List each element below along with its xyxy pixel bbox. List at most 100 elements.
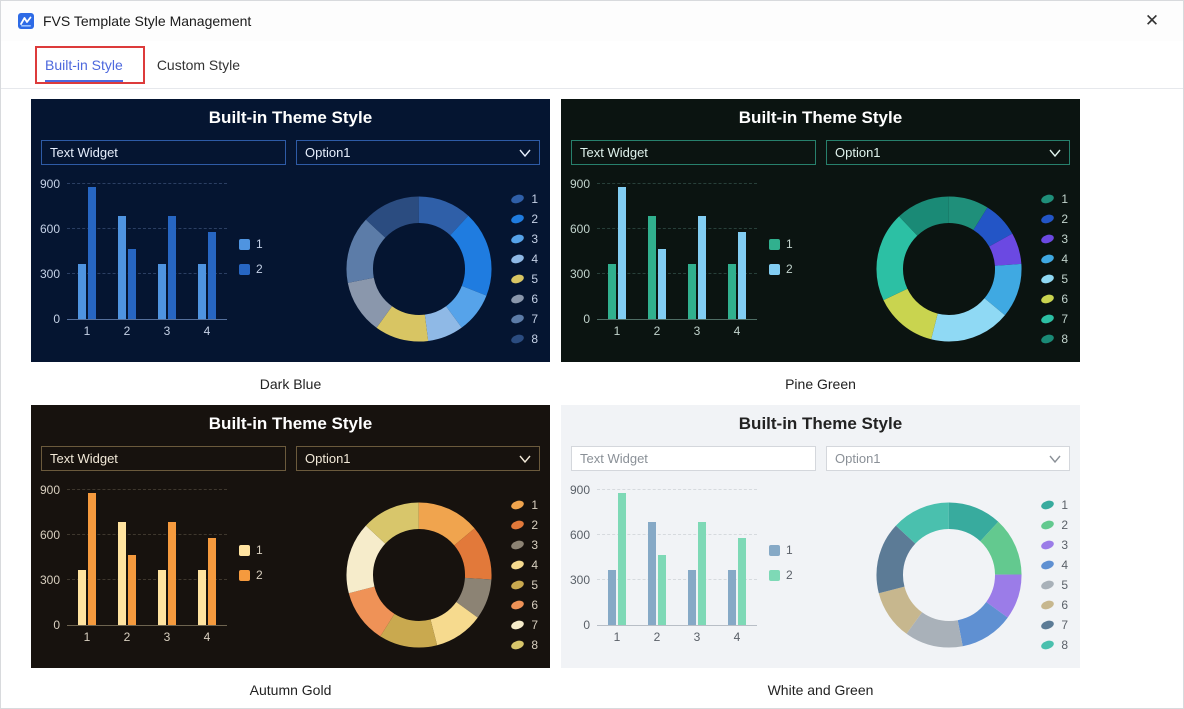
donut-legend-item: 6 bbox=[510, 291, 538, 306]
legend-label: 7 bbox=[531, 617, 538, 632]
y-axis-label: 0 bbox=[583, 312, 590, 326]
tab-custom-style[interactable]: Custom Style bbox=[157, 41, 240, 88]
card-controls: Text Widget Option1 bbox=[41, 446, 540, 471]
theme-cell: Built-in Theme Style Text Widget Option1… bbox=[31, 99, 550, 405]
bar-series-2 bbox=[618, 187, 626, 319]
bar-series-1 bbox=[648, 521, 656, 625]
x-axis-labels: 1 2 3 4 bbox=[67, 324, 227, 338]
y-axis-label: 300 bbox=[569, 573, 590, 587]
y-axis-label: 900 bbox=[569, 483, 590, 497]
donut-chart: 1 2 3 4 5 6 7 8 bbox=[263, 175, 550, 362]
x-axis-label: 1 bbox=[613, 630, 621, 644]
bar-legend: 12 bbox=[769, 237, 793, 276]
legend-marker-icon bbox=[1040, 538, 1056, 551]
legend-marker-icon bbox=[1040, 272, 1056, 285]
bar-series-2 bbox=[168, 521, 176, 625]
bar-series-1 bbox=[608, 263, 616, 319]
donut-legend-item: 1 bbox=[1040, 498, 1068, 512]
app-icon bbox=[18, 13, 34, 29]
legend-label: 7 bbox=[531, 311, 538, 326]
legend-marker-icon bbox=[510, 292, 526, 305]
y-axis-label: 0 bbox=[53, 312, 60, 326]
theme-card-autumn-gold[interactable]: Built-in Theme Style Text Widget Option1… bbox=[31, 405, 550, 668]
content: Built-in Theme Style Text Widget Option1… bbox=[1, 89, 1183, 709]
bar-series-2 bbox=[658, 248, 666, 319]
bar-series-2 bbox=[738, 232, 746, 319]
theme-cell: Built-in Theme Style Text Widget Option1… bbox=[561, 405, 1080, 709]
bar-series-1 bbox=[158, 263, 166, 319]
bar-legend-item: 1 bbox=[769, 237, 793, 251]
card-controls: Text Widget Option1 bbox=[41, 140, 540, 165]
window: FVS Template Style Management ✕ Built-in… bbox=[0, 0, 1184, 709]
legend-marker-icon bbox=[510, 578, 526, 591]
donut-legend-item: 1 bbox=[510, 191, 538, 206]
donut-legend-item: 7 bbox=[510, 617, 538, 632]
bar-group bbox=[107, 185, 147, 319]
donut-legend-item: 3 bbox=[510, 231, 538, 246]
card-charts: 0 300 600 900 1234 12 12345678 bbox=[561, 471, 1080, 668]
legend-marker-icon bbox=[1040, 212, 1056, 225]
legend-label: 1 bbox=[531, 497, 538, 512]
donut-legend-item: 2 bbox=[510, 212, 538, 226]
x-axis-label: 3 bbox=[163, 324, 171, 338]
bar-series-1 bbox=[728, 263, 736, 319]
bars-row bbox=[67, 185, 227, 319]
legend-marker-icon bbox=[1040, 598, 1056, 611]
legend-label: 1 bbox=[531, 191, 538, 206]
x-axis-label: 4 bbox=[203, 324, 211, 338]
legend-swatch-icon bbox=[769, 238, 780, 250]
y-axis-label: 300 bbox=[39, 267, 60, 281]
bar-group bbox=[597, 185, 637, 319]
card-title: Built-in Theme Style bbox=[738, 108, 903, 127]
donut-legend-item: 1 bbox=[1040, 192, 1068, 206]
bar-group bbox=[717, 491, 757, 625]
donut-chart: 1 2 3 4 5 6 7 8 bbox=[263, 481, 550, 668]
chevron-down-icon bbox=[1049, 455, 1061, 463]
theme-card-pine-green[interactable]: Built-in Theme Style Text Widget Option1… bbox=[561, 99, 1080, 362]
legend-swatch-icon bbox=[239, 263, 250, 275]
donut-legend-item: 7 bbox=[1040, 312, 1068, 326]
legend-marker-icon bbox=[510, 558, 526, 571]
donut-ring bbox=[346, 195, 492, 342]
bar-series-1 bbox=[608, 569, 616, 625]
donut-legend-item: 4 bbox=[510, 558, 538, 572]
grid-line bbox=[67, 183, 227, 184]
donut-legend: 1 2 3 4 5 6 7 8 bbox=[510, 497, 538, 652]
bar-legend-item: 1 bbox=[769, 543, 793, 557]
y-axis-label: 600 bbox=[569, 528, 590, 542]
bar-legend: 12 bbox=[769, 543, 793, 582]
theme-card-dark-blue[interactable]: Built-in Theme Style Text Widget Option1… bbox=[31, 99, 550, 362]
donut-legend-item: 3 bbox=[1040, 232, 1068, 246]
legend-swatch-icon bbox=[239, 544, 250, 556]
legend-label: 2 bbox=[1061, 517, 1068, 532]
theme-card-white-and-green[interactable]: Built-in Theme Style Text Widget Option1… bbox=[561, 405, 1080, 668]
legend-swatch-icon bbox=[769, 569, 780, 581]
legend-label: 5 bbox=[531, 271, 538, 286]
donut-legend-item: 7 bbox=[510, 311, 538, 326]
legend-label: 3 bbox=[1061, 537, 1068, 552]
legend-label: 7 bbox=[1061, 617, 1068, 632]
bar-legend-item: 2 bbox=[769, 568, 793, 582]
text-widget-preview: Text Widget bbox=[571, 140, 816, 165]
legend-label: 2 bbox=[786, 568, 793, 582]
tab-built-in-style[interactable]: Built-in Style bbox=[45, 41, 123, 88]
bar-series-2 bbox=[738, 538, 746, 625]
y-axis-label: 0 bbox=[53, 618, 60, 632]
y-axis-label: 600 bbox=[39, 528, 60, 542]
window-title: FVS Template Style Management bbox=[43, 13, 252, 29]
bar-series-1 bbox=[648, 215, 656, 319]
donut-legend-item: 5 bbox=[510, 271, 538, 286]
legend-marker-icon bbox=[510, 638, 526, 651]
x-axis-label: 4 bbox=[203, 630, 211, 644]
legend-marker-icon bbox=[510, 252, 526, 265]
x-axis-label: 4 bbox=[733, 324, 741, 338]
legend-marker-icon bbox=[510, 312, 526, 325]
x-axis-label: 1 bbox=[83, 630, 91, 644]
close-button[interactable]: ✕ bbox=[1137, 6, 1167, 36]
bar-legend-item: 1 bbox=[239, 237, 263, 251]
donut-legend-item: 8 bbox=[1040, 332, 1068, 346]
legend-label: 3 bbox=[531, 231, 538, 246]
donut-legend-item: 2 bbox=[510, 518, 538, 532]
theme-caption: Autumn Gold bbox=[249, 682, 332, 698]
legend-label: 6 bbox=[531, 291, 538, 306]
